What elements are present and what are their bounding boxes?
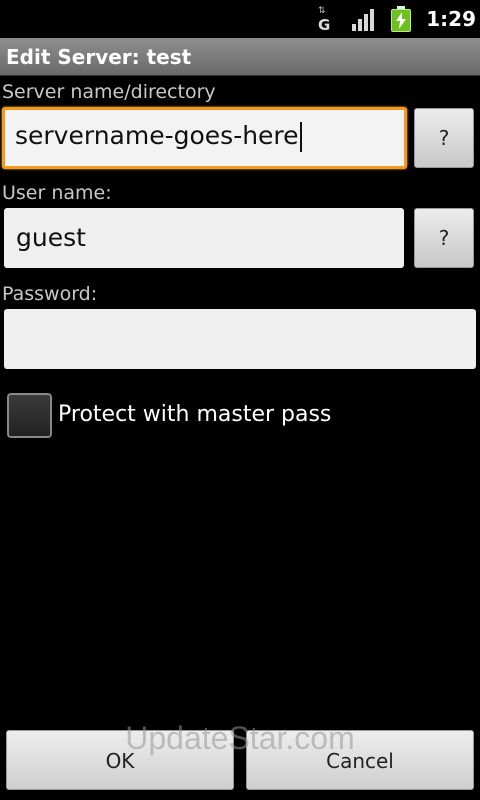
user-name-value: guest [16, 223, 86, 252]
network-type: G [318, 16, 331, 34]
title-bar: Edit Server: test [0, 38, 480, 76]
user-help-button[interactable]: ? [414, 208, 474, 268]
user-name-input[interactable]: guest [4, 208, 404, 268]
server-help-button[interactable]: ? [414, 108, 474, 168]
status-bar: ⇅ G 1:29 [0, 0, 480, 38]
ok-button[interactable]: OK [6, 730, 234, 790]
user-name-label: User name: [2, 182, 112, 204]
text-cursor [299, 122, 302, 152]
protect-checkbox-label[interactable]: Protect with master pass [58, 400, 331, 430]
signal-bars-icon [352, 9, 376, 31]
protect-checkbox[interactable] [7, 393, 52, 438]
server-name-value: servername-goes-here [15, 121, 299, 150]
clock: 1:29 [426, 7, 476, 31]
page-title: Edit Server: test [6, 45, 192, 69]
cancel-button[interactable]: Cancel [246, 730, 474, 790]
battery-charging-icon [391, 6, 411, 32]
password-label: Password: [2, 283, 98, 305]
password-input[interactable] [4, 309, 476, 369]
data-arrows-icon: ⇅ G [318, 6, 331, 34]
server-name-input[interactable]: servername-goes-here [2, 107, 407, 169]
server-name-label: Server name/directory [2, 81, 216, 103]
